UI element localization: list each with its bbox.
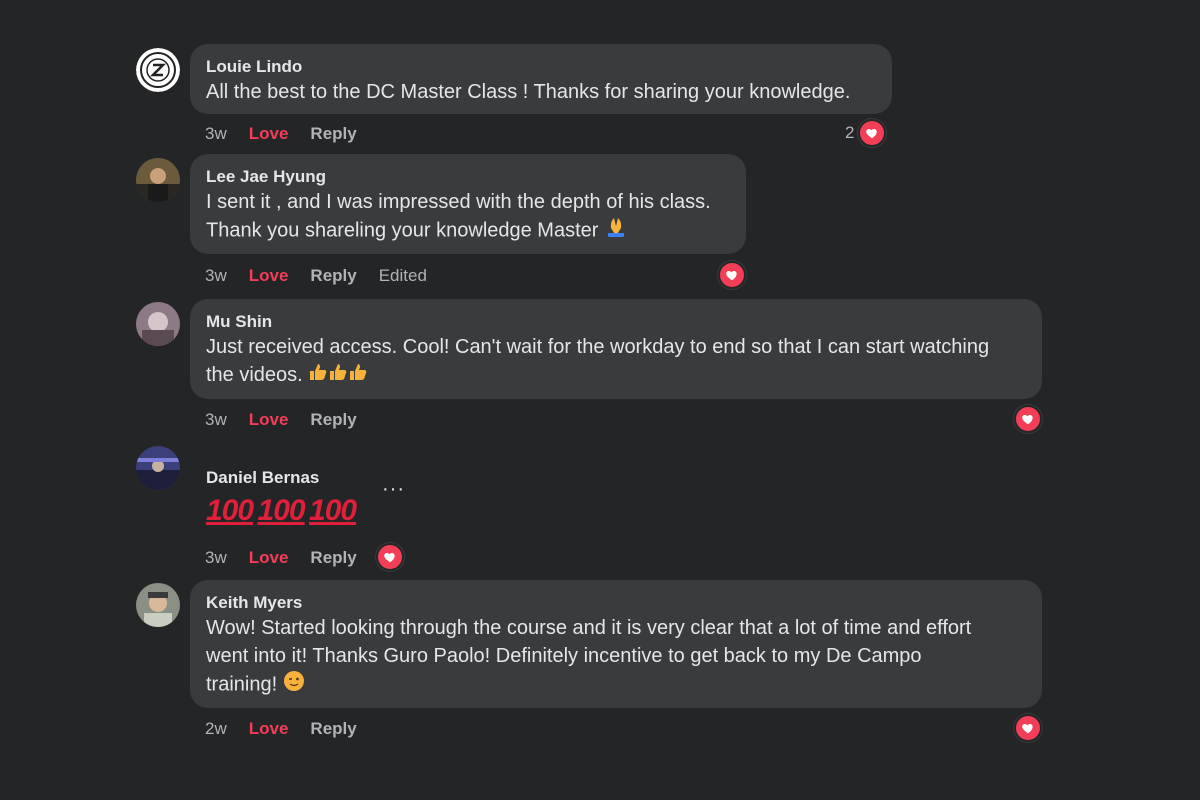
heart-icon — [1014, 405, 1042, 433]
thumbs-up-icon — [328, 362, 348, 390]
comment-time[interactable]: 3w — [205, 410, 227, 430]
reply-button[interactable]: Reply — [310, 719, 356, 739]
avatar[interactable] — [136, 583, 180, 627]
edited-label: Edited — [378, 266, 427, 285]
comment-actions: 3w Love Reply — [205, 124, 379, 144]
comment-text-line-1: Just received access. Cool! Can't wait f… — [206, 336, 990, 358]
comment-author[interactable]: Daniel Bernas — [206, 467, 374, 489]
badge-logo-icon — [136, 48, 180, 92]
comment-time[interactable]: 3w — [205, 548, 227, 568]
comment-author[interactable]: Keith Myers — [206, 592, 1026, 614]
winking-face-icon — [283, 670, 305, 700]
hundred-points-icon: 100 — [309, 494, 357, 527]
heart-icon — [718, 261, 746, 289]
reaction-summary[interactable] — [718, 261, 746, 289]
avatar[interactable] — [136, 48, 180, 92]
thumbs-up-icon — [348, 362, 368, 390]
heart-icon — [858, 119, 887, 147]
reply-button[interactable]: Reply — [310, 548, 356, 568]
avatar[interactable] — [136, 302, 180, 346]
reaction-summary[interactable] — [1014, 714, 1042, 742]
comment-actions: 3w Love Reply — [205, 410, 379, 430]
comment-bubble: Louie Lindo All the best to the DC Maste… — [190, 44, 892, 114]
comment-time[interactable]: 2w — [205, 719, 227, 739]
comment-bubble: Keith Myers Wow! Started looking through… — [190, 580, 1042, 708]
comment-text-line-2: the videos. — [206, 361, 1026, 390]
comment-actions: 2w Love Reply — [205, 719, 379, 739]
comment-author[interactable]: Mu Shin — [206, 311, 1026, 333]
profile-photo-icon — [136, 446, 180, 490]
love-button[interactable]: Love — [249, 410, 289, 430]
comment-bubble: Daniel Bernas 100 100 100 — [190, 455, 390, 535]
profile-photo-icon — [136, 158, 180, 202]
comment-text: All the best to the DC Master Class ! Th… — [206, 81, 851, 103]
heart-icon — [376, 543, 404, 571]
reaction-summary[interactable] — [376, 543, 404, 571]
love-button[interactable]: Love — [249, 124, 289, 144]
reply-button[interactable]: Reply — [310, 410, 356, 430]
love-button[interactable]: Love — [249, 266, 289, 286]
comment-actions: 3w Love Reply — [205, 548, 379, 568]
hundred-points-icon: 100 — [206, 494, 254, 527]
comment-time[interactable]: 3w — [205, 124, 227, 144]
reply-button[interactable]: Reply — [310, 124, 356, 144]
heart-icon — [1014, 714, 1042, 742]
reply-button[interactable]: Reply — [310, 266, 356, 286]
reaction-summary[interactable]: 2 — [845, 119, 887, 147]
comment-author[interactable]: Lee Jae Hyung — [206, 166, 730, 188]
love-button[interactable]: Love — [249, 719, 289, 739]
avatar[interactable] — [136, 158, 180, 202]
comment-text-line-3: training! — [206, 670, 1026, 700]
more-options-button[interactable]: ··· — [382, 478, 405, 501]
comment-text-line-1: Wow! Started looking through the course … — [206, 617, 972, 639]
comment-author[interactable]: Louie Lindo — [206, 56, 876, 78]
comment-time[interactable]: 3w — [205, 266, 227, 286]
comment-bubble: Lee Jae Hyung I sent it , and I was impr… — [190, 154, 746, 254]
comment-actions: 3w Love Reply Edited — [205, 266, 449, 286]
comment-text-line-2: Thank you shareling your knowledge Maste… — [206, 216, 730, 246]
reaction-summary[interactable] — [1014, 405, 1042, 433]
profile-photo-icon — [136, 302, 180, 346]
comment-text-line-2: went into it! Thanks Guro Paolo! Definit… — [206, 645, 922, 667]
hundred-points-emojis: 100 100 100 — [206, 493, 374, 529]
thumbs-up-icon — [308, 362, 328, 390]
reaction-count: 2 — [845, 123, 855, 142]
hundred-points-icon: 100 — [257, 494, 306, 527]
love-button[interactable]: Love — [249, 548, 289, 568]
profile-photo-icon — [136, 583, 180, 627]
folded-hands-icon — [604, 216, 628, 246]
avatar[interactable] — [136, 446, 180, 490]
comment-text-line-1: I sent it , and I was impressed with the… — [206, 191, 711, 213]
comment-bubble: Mu Shin Just received access. Cool! Can'… — [190, 299, 1042, 399]
